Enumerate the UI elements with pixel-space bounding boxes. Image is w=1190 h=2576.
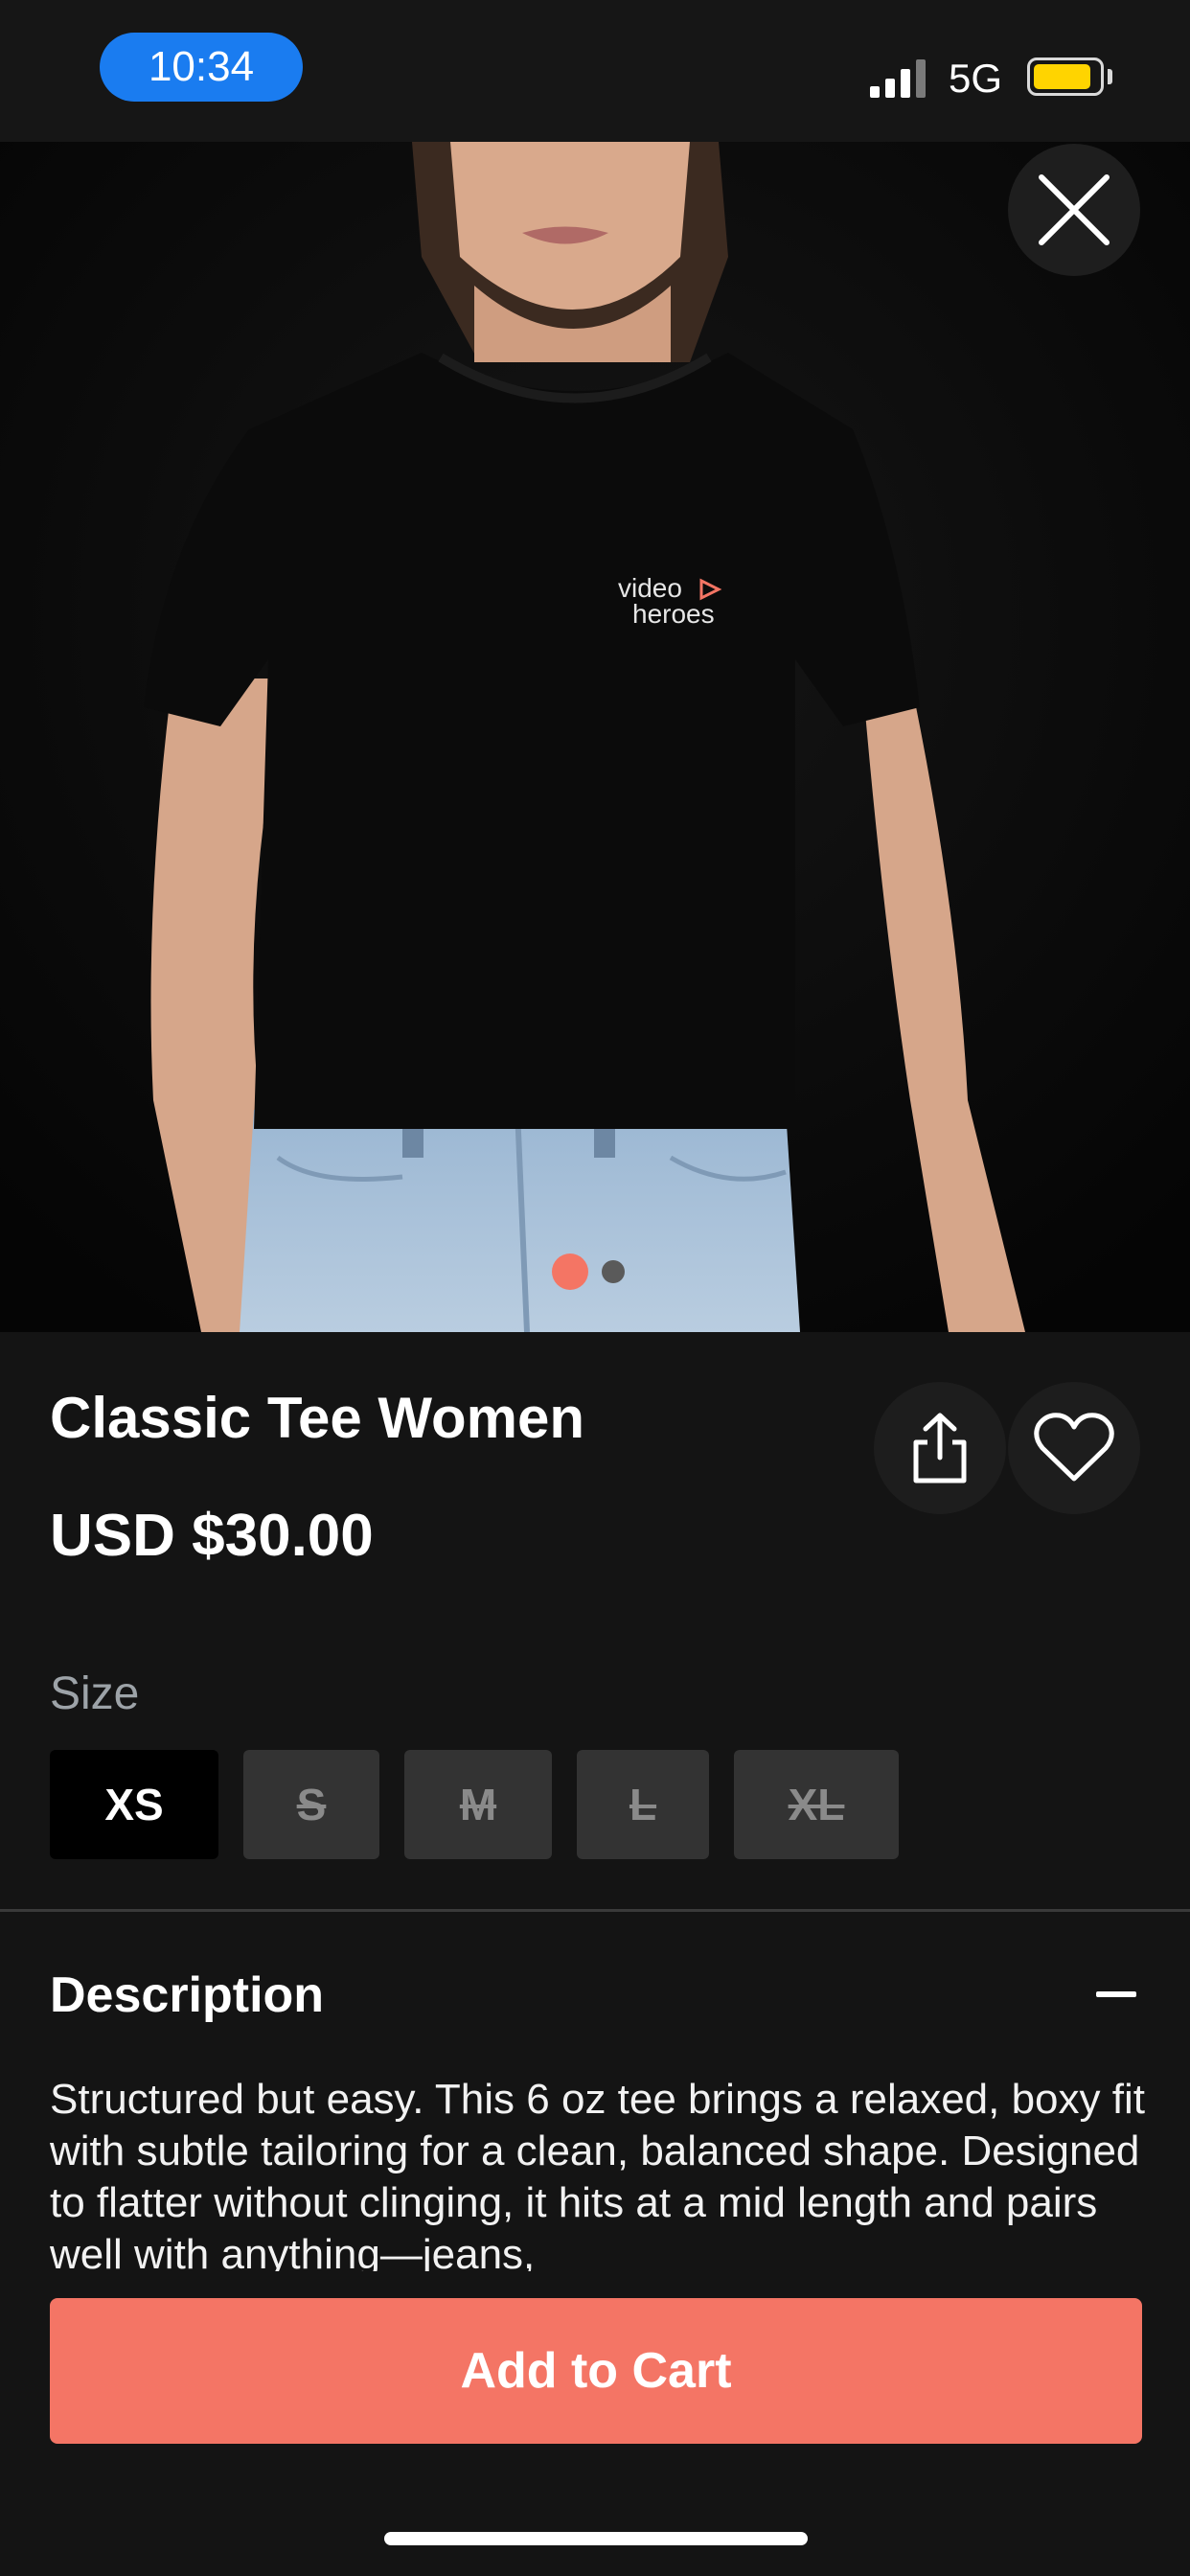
battery-level (1034, 64, 1091, 89)
home-indicator[interactable] (384, 2532, 808, 2545)
share-icon (913, 1413, 967, 1484)
shirt-logo-line2: heroes (632, 599, 715, 629)
favorite-button[interactable] (1008, 1382, 1140, 1514)
pagination-dot-active[interactable] (552, 1254, 588, 1290)
signal-bars-icon (870, 59, 926, 98)
product-title: Classic Tee Women (50, 1386, 584, 1450)
size-selector: XS S M L XL (50, 1750, 899, 1859)
network-type: 5G (949, 56, 1003, 101)
size-label: Size (50, 1668, 140, 1719)
size-option-xl[interactable]: XL (734, 1750, 899, 1859)
product-photo: video heroes (0, 142, 1190, 1332)
status-bar: 10:34 5G (0, 0, 1190, 142)
battery-tip (1108, 69, 1112, 84)
close-icon (1039, 174, 1110, 245)
minus-icon[interactable] (1096, 1991, 1136, 1997)
description-text: Structured but easy. This 6 oz tee bring… (50, 2076, 1145, 2271)
size-option-s[interactable]: S (243, 1750, 379, 1859)
product-price: USD $30.00 (50, 1503, 374, 1569)
battery-icon (1027, 58, 1104, 96)
size-option-xs[interactable]: XS (50, 1750, 218, 1859)
status-time: 10:34 (100, 33, 303, 102)
size-option-m[interactable]: M (404, 1750, 552, 1859)
close-button[interactable] (1008, 144, 1140, 276)
section-divider (0, 1909, 1190, 1912)
heart-icon (1034, 1413, 1114, 1482)
description-title[interactable]: Description (50, 1966, 324, 2024)
image-pagination[interactable] (552, 1254, 625, 1290)
add-to-cart-button[interactable]: Add to Cart (50, 2298, 1142, 2444)
share-button[interactable] (874, 1382, 1006, 1514)
size-option-l[interactable]: L (577, 1750, 709, 1859)
pagination-dot[interactable] (602, 1260, 625, 1283)
product-image[interactable]: video heroes (0, 142, 1190, 1332)
